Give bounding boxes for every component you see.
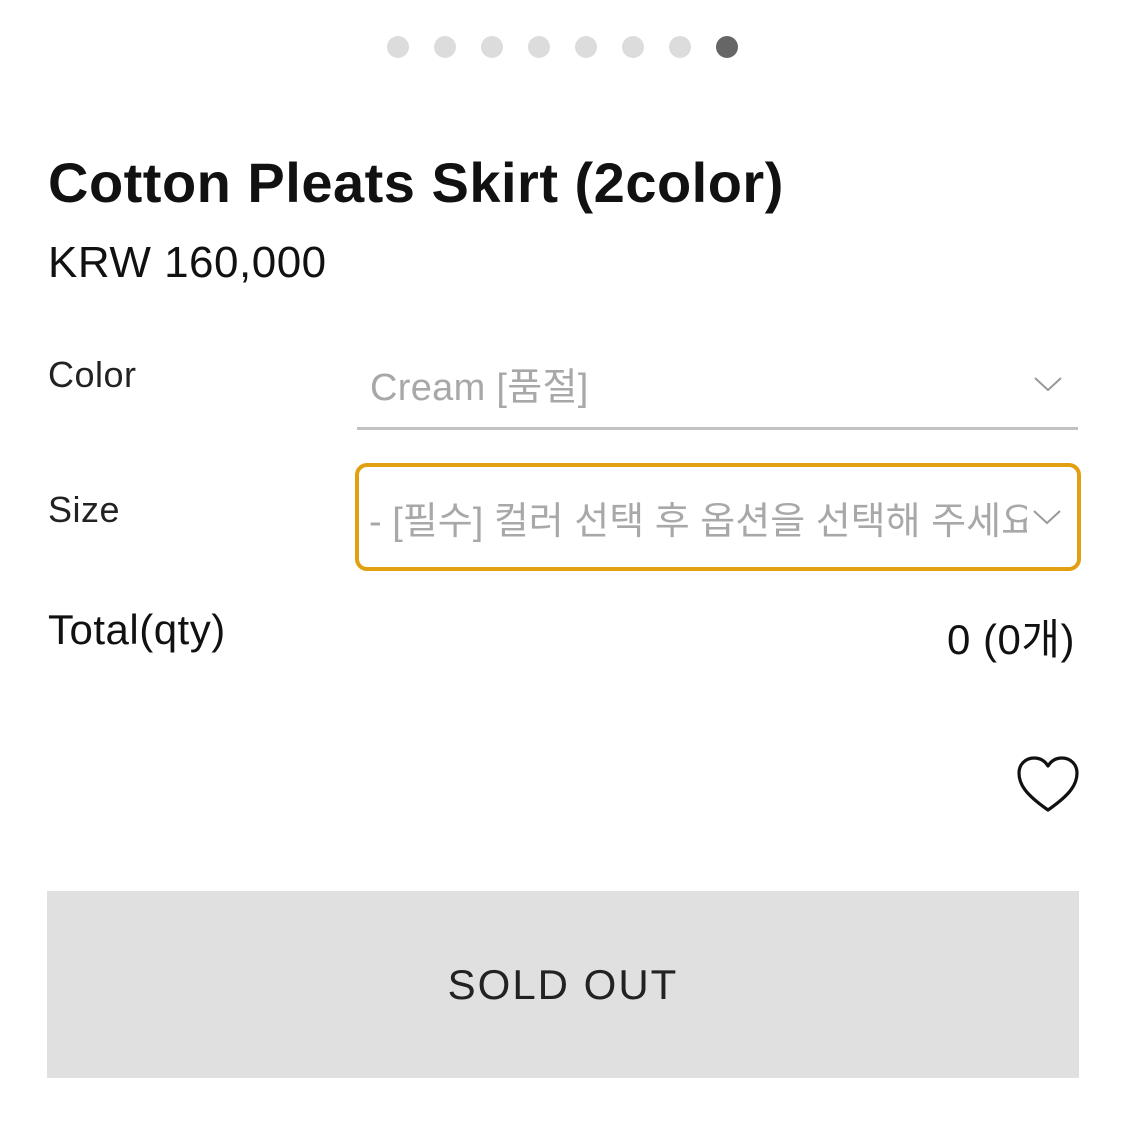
- carousel-dot-active[interactable]: [716, 36, 738, 58]
- wishlist-button[interactable]: [1017, 756, 1079, 814]
- sold-out-button[interactable]: SOLD OUT: [47, 891, 1079, 1078]
- heart-icon: [1017, 756, 1079, 812]
- carousel-dot[interactable]: [434, 36, 456, 58]
- color-option-label: Color: [48, 354, 137, 395]
- product-title: Cotton Pleats Skirt (2color): [48, 151, 784, 214]
- carousel-dot[interactable]: [387, 36, 409, 58]
- total-qty-value: 0 (0개): [947, 616, 1075, 663]
- total-qty-label: Total(qty): [48, 606, 226, 653]
- carousel-dot[interactable]: [669, 36, 691, 58]
- carousel-dot[interactable]: [481, 36, 503, 58]
- carousel-pagination: [0, 36, 1125, 58]
- carousel-dot[interactable]: [528, 36, 550, 58]
- color-select[interactable]: Cream [품절]: [357, 340, 1078, 430]
- carousel-dot[interactable]: [575, 36, 597, 58]
- chevron-down-icon: [1027, 497, 1067, 537]
- size-select[interactable]: - [필수] 컬러 선택 후 옵션을 선택해 주세요 -: [355, 463, 1081, 571]
- color-select-value: Cream [품절]: [370, 367, 589, 409]
- product-price: KRW 160,000: [48, 238, 327, 287]
- size-select-value: - [필수] 컬러 선택 후 옵션을 선택해 주세요 -: [369, 500, 1027, 543]
- size-option-label: Size: [48, 489, 121, 530]
- chevron-down-icon: [1028, 364, 1068, 404]
- carousel-dot[interactable]: [622, 36, 644, 58]
